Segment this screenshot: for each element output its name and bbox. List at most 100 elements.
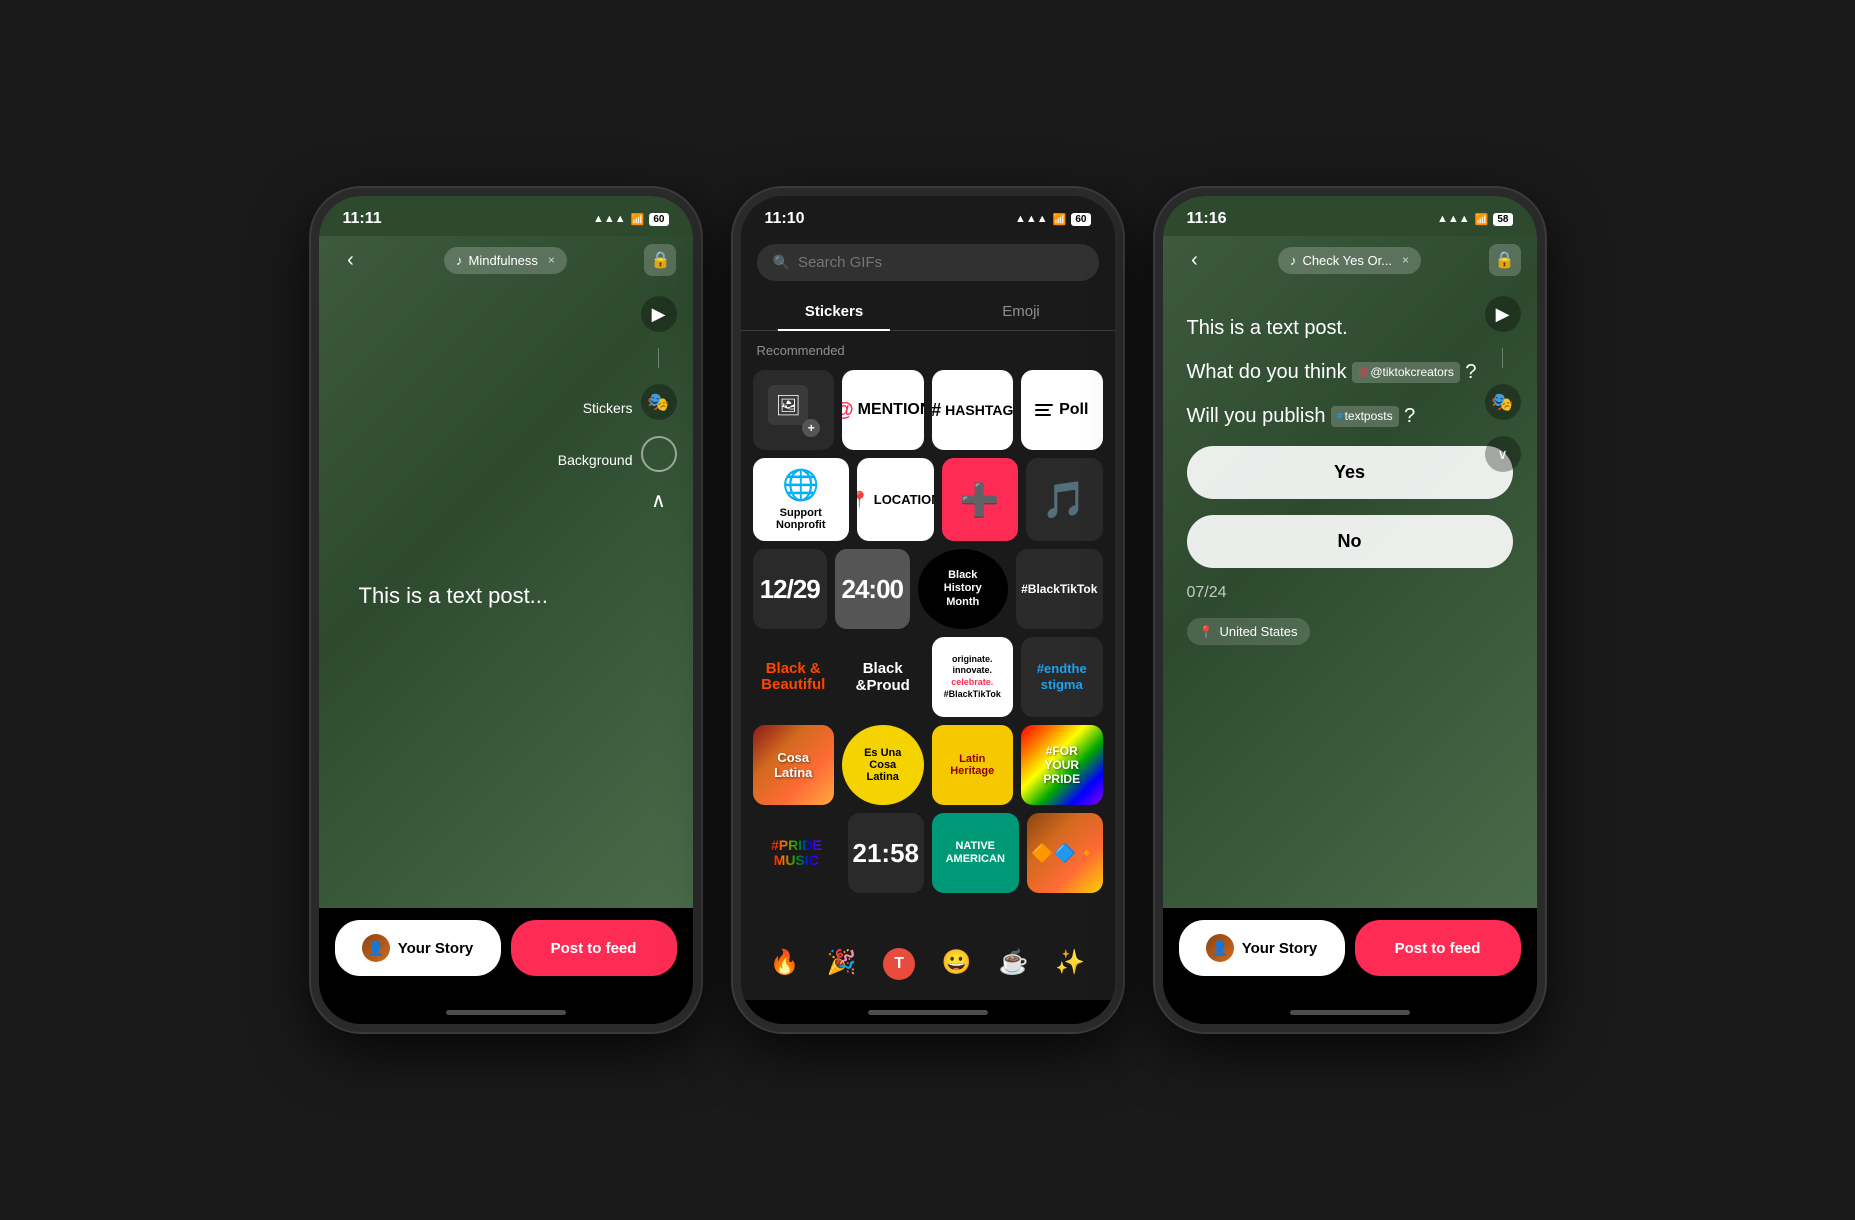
post-feed-button-1[interactable]: Post to feed [511, 920, 677, 976]
lock-icon-1[interactable]: 🔒 [644, 244, 676, 276]
music-tag-3[interactable]: ♪ Check Yes Or... × [1278, 247, 1421, 274]
status-bar-1: 11:11 ▲▲▲ 📶 60 [319, 196, 693, 236]
sticker-row-3: 12/29 24:00 BlackHistoryMonth #BlackTikT… [753, 549, 1103, 629]
home-bar-2 [868, 1010, 988, 1015]
sticker-native[interactable]: NATIVEAMERICAN [932, 813, 1020, 893]
oic-label: originate.innovate.celebrate.#BlackTikTo… [944, 654, 1001, 701]
location-inner: 📍 LOCATION [857, 482, 934, 518]
emoji-fire[interactable]: 🔥 [770, 948, 800, 980]
music-name-3: Check Yes Or... [1302, 253, 1392, 268]
sticker-button-3[interactable]: 🎭 [1485, 384, 1521, 420]
emoji-t[interactable]: T [883, 948, 915, 980]
sticker-medical[interactable]: ➕ [942, 458, 1019, 541]
textposts-tag[interactable]: # textposts [1331, 406, 1399, 427]
sticker-poll[interactable]: Poll [1021, 370, 1103, 450]
sticker-location[interactable]: 📍 LOCATION [857, 458, 934, 541]
right-toolbar-1: ▶ 🎭 ∧ [641, 296, 677, 513]
battery-3: 58 [1493, 213, 1512, 226]
sticker-row-6: #PRIDEMUSIC 21:58 NATIVEAMERICAN 🔶🔷🔸 [753, 813, 1103, 893]
music-note-3: ♪ [1290, 253, 1297, 268]
sticker-bhm[interactable]: BlackHistoryMonth [918, 549, 1009, 629]
sticker-tiktok[interactable]: 🎵 [1026, 458, 1103, 541]
post-feed-button-3[interactable]: Post to feed [1355, 920, 1521, 976]
wifi-icon-1: 📶 [631, 213, 645, 226]
battery-1: 60 [649, 213, 668, 226]
sticker-bp[interactable]: Black&Proud [842, 637, 924, 717]
search-bar-2[interactable]: 🔍 [757, 244, 1099, 281]
hashtag-inner: # HASHTAG [932, 392, 1014, 429]
emoji-coffee[interactable]: ☕ [999, 948, 1029, 980]
sticker-cosa2[interactable]: Es UnaCosaLatina [842, 725, 924, 805]
your-story-label-3: Your Story [1242, 940, 1318, 957]
right-toolbar-3: ▶ 🎭 ∨ [1485, 296, 1521, 472]
text-content-area-1[interactable]: This is a text post... [319, 284, 693, 908]
bg-button-1[interactable] [641, 436, 677, 472]
chevron-up-1[interactable]: ∧ [651, 488, 666, 513]
music-close-3[interactable]: × [1402, 253, 1409, 267]
time-label: 24:00 [842, 574, 904, 605]
tab-emoji-2[interactable]: Emoji [928, 293, 1115, 330]
emoji-smile[interactable]: 😀 [942, 948, 972, 980]
native-label: NATIVEAMERICAN [946, 840, 1005, 866]
sticker-bb[interactable]: Black &Beautiful [753, 637, 835, 717]
your-story-button-3[interactable]: 👤 Your Story [1179, 920, 1345, 976]
your-story-button-1[interactable]: 👤 Your Story [335, 920, 501, 976]
back-button-1[interactable]: ‹ [335, 244, 367, 276]
sticker-date[interactable]: 12/29 [753, 549, 828, 629]
sticker-pridemusic[interactable]: #PRIDEMUSIC [753, 813, 841, 893]
hash-icon: # [1337, 410, 1343, 424]
emoji-confetti[interactable]: 🎉 [827, 948, 857, 980]
toolbar-divider-1 [658, 348, 659, 368]
poll-yes-option[interactable]: Yes [1187, 446, 1513, 499]
signal-icon-2: ▲▲▲ [1015, 213, 1048, 225]
stickers-label-1: Stickers [583, 390, 633, 426]
back-button-3[interactable]: ‹ [1179, 244, 1211, 276]
signal-icon-3: ▲▲▲ [1437, 213, 1470, 225]
status-icons-3: ▲▲▲ 📶 58 [1437, 213, 1513, 226]
toolbar-labels-1: Stickers Background [558, 302, 633, 478]
chevron-down-3[interactable]: ∨ [1485, 436, 1521, 472]
sticker-hashtag[interactable]: # HASHTAG [932, 370, 1014, 450]
sticker-fyp[interactable]: #FORYOURPRIDE [1021, 725, 1103, 805]
phone-2: 11:10 ▲▲▲ 📶 60 🔍 Stickers Emoji Recommen… [733, 188, 1123, 1032]
sticker-button-1[interactable]: 🎭 [641, 384, 677, 420]
sticker-cosa1[interactable]: CosaLatina [753, 725, 835, 805]
battery-2: 60 [1071, 213, 1090, 226]
poll-no-option[interactable]: No [1187, 515, 1513, 568]
tiktokcreators-tag[interactable]: @ @tiktokcreators [1352, 362, 1460, 383]
sticker-pattern[interactable]: 🔶🔷🔸 [1027, 813, 1103, 893]
lock-icon-3[interactable]: 🔒 [1489, 244, 1521, 276]
search-input-2[interactable] [798, 254, 1083, 271]
pattern-icon: 🔶🔷🔸 [1031, 843, 1098, 864]
date-label: 12/29 [760, 574, 820, 605]
sticker-time[interactable]: 24:00 [835, 549, 910, 629]
sticker-row-1: 🖼 + @ MENTION # HA [753, 370, 1103, 450]
music-tag-1[interactable]: ♪ Mindfulness × [444, 247, 567, 274]
poll-line2-suffix: ? [1465, 361, 1476, 383]
sticker-oic[interactable]: originate.innovate.celebrate.#BlackTikTo… [932, 637, 1014, 717]
poll-line2-prefix: What do you think [1187, 361, 1353, 383]
medical-icon: ➕ [960, 481, 1000, 519]
location-pin-icon: 📍 [857, 490, 870, 510]
wifi-icon-3: 📶 [1475, 213, 1489, 226]
sticker-blacktiktok[interactable]: #BlackTikTok [1016, 549, 1103, 629]
music-close-1[interactable]: × [548, 253, 555, 267]
sticker-ets[interactable]: #endthestigma [1021, 637, 1103, 717]
poll-content-3: This is a text post. What do you think @… [1163, 284, 1537, 908]
emoji-row-2: 🔥 🎉 T 😀 ☕ ✨ [741, 938, 1115, 1000]
location-label-3: United States [1219, 624, 1297, 639]
bhm-label: BlackHistoryMonth [944, 569, 982, 609]
blacktiktok-label: #BlackTikTok [1021, 582, 1097, 596]
sticker-add[interactable]: 🖼 + [753, 370, 835, 450]
sticker-nonprofit[interactable]: 🌐 SupportNonprofit [753, 458, 850, 541]
play-button-1[interactable]: ▶ [641, 296, 677, 332]
top-bar-3: ‹ ♪ Check Yes Or... × 🔒 [1163, 236, 1537, 284]
sticker-latinheritage[interactable]: LatinHeritage [932, 725, 1014, 805]
tab-stickers-2[interactable]: Stickers [741, 293, 928, 330]
sticker-mention[interactable]: @ MENTION [842, 370, 924, 450]
sticker-time2[interactable]: 21:58 [848, 813, 924, 893]
play-button-3[interactable]: ▶ [1485, 296, 1521, 332]
avatar-3: 👤 [1206, 934, 1234, 962]
emoji-sparkle[interactable]: ✨ [1055, 948, 1085, 980]
location-badge-3[interactable]: 📍 United States [1187, 618, 1310, 645]
